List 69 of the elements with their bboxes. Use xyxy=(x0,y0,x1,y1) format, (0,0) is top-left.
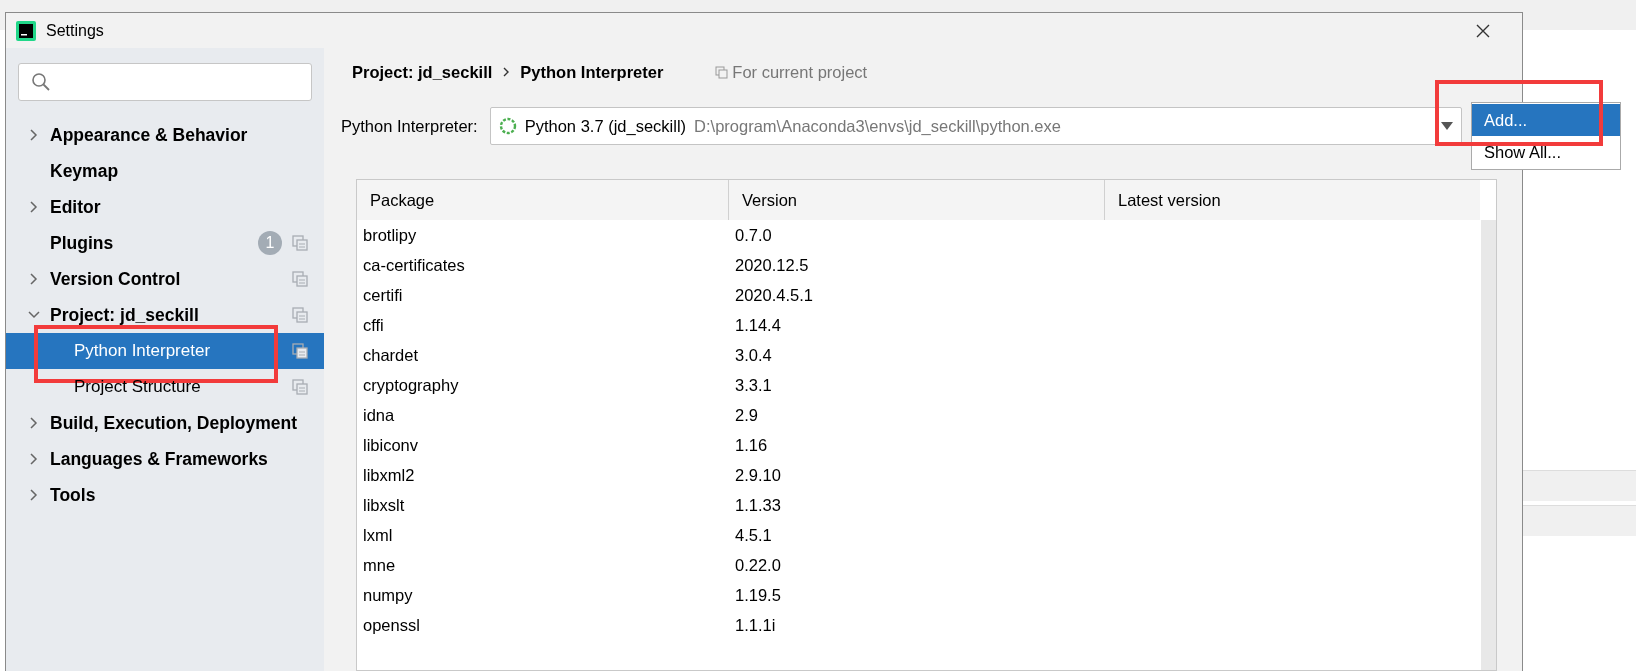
column-header[interactable]: Latest version xyxy=(1105,180,1480,220)
interpreter-label: Python Interpreter: xyxy=(341,116,478,136)
table-cell-text: brotlipy xyxy=(362,225,418,245)
tree-item[interactable]: Tools xyxy=(6,477,324,513)
chevron-right-icon[interactable] xyxy=(28,489,40,501)
table-cell-text: ca-certificates xyxy=(362,255,466,275)
table-cell-text: 1.19.5 xyxy=(734,585,782,605)
tree-item[interactable]: Keymap xyxy=(6,153,324,189)
chevron-right-icon[interactable] xyxy=(28,273,40,285)
table-cell-text: 4.5.1 xyxy=(734,525,773,545)
chevron-right-icon xyxy=(502,67,511,77)
menu-item[interactable]: Add... xyxy=(1472,104,1620,136)
table-cell-text: openssl xyxy=(362,615,421,635)
tree-item[interactable]: Build, Execution, Deployment xyxy=(6,405,324,441)
tree-item[interactable]: Appearance & Behavior xyxy=(6,117,324,153)
table-cell-text: libxslt xyxy=(362,495,406,515)
dropdown-arrow-icon[interactable] xyxy=(1441,122,1453,130)
table-cell-text: 0.22.0 xyxy=(734,555,782,575)
table-cell-text: 1.1.1i xyxy=(734,615,777,635)
tree-item[interactable]: Project Structure xyxy=(6,369,324,405)
python-env-icon xyxy=(498,117,517,135)
breadcrumb-item: Python Interpreter xyxy=(520,62,664,82)
table-cell-text: 1.16 xyxy=(734,435,769,455)
window-title: Settings xyxy=(46,21,105,40)
search-field[interactable] xyxy=(18,63,312,101)
copy-icon xyxy=(715,65,729,79)
chevron-right-icon[interactable] xyxy=(28,453,40,465)
table-cell-text: libxml2 xyxy=(362,465,416,485)
interpreter-dropdown[interactable]: Python 3.7 (jd_seckill) D:\program\Anaconda3\envs\jd_seckill\python.exe xyxy=(489,107,1462,145)
table-cell-text: certifi xyxy=(362,285,404,305)
table-cell-text: libiconv xyxy=(362,435,420,455)
tree-item[interactable]: Languages & Frameworks xyxy=(6,441,324,477)
table-cell-text: 2.9.10 xyxy=(734,465,782,485)
interpreter-path: D:\program\Anaconda3\envs\jd_seckill\python.exe xyxy=(694,116,1062,136)
table-cell-text: 1.14.4 xyxy=(734,315,782,335)
tree-item[interactable]: Project: jd_seckill xyxy=(6,297,324,333)
tree-item[interactable]: Python Interpreter xyxy=(6,333,324,369)
chevron-right-icon[interactable] xyxy=(28,417,40,429)
close-icon[interactable] xyxy=(1476,23,1490,38)
table-cell-text: cryptography xyxy=(362,375,460,395)
table-cell-text: chardet xyxy=(362,345,420,365)
table-cell-text: mne xyxy=(362,555,397,575)
chevron-right-icon[interactable] xyxy=(28,201,40,213)
table-cell-text: 0.7.0 xyxy=(734,225,773,245)
column-header[interactable]: Version xyxy=(729,180,1105,220)
table-cell-text: 2020.4.5.1 xyxy=(734,285,814,305)
table-cell-text: 2020.12.5 xyxy=(734,255,810,275)
tree-item[interactable]: Editor xyxy=(6,189,324,225)
tree-item[interactable]: Version Control xyxy=(6,261,324,297)
app-icon xyxy=(16,20,36,41)
menu-item[interactable]: Show All... xyxy=(1472,136,1620,168)
column-header[interactable]: Package xyxy=(357,180,729,220)
count-badge: 1 xyxy=(258,231,282,255)
search-icon xyxy=(31,72,51,92)
table-cell-text: idna xyxy=(362,405,396,425)
breadcrumb-item: Project: jd_seckill xyxy=(352,62,493,82)
scope-note: For current project xyxy=(732,62,868,82)
table-cell-text: numpy xyxy=(362,585,414,605)
table-cell-text: 2.9 xyxy=(734,405,759,425)
tree-item[interactable]: Plugins 1 xyxy=(6,225,324,261)
table-cell-text: cffi xyxy=(362,315,385,335)
chevron-right-icon[interactable] xyxy=(28,129,40,141)
table-cell-text: 1.1.33 xyxy=(734,495,782,515)
table-cell-text: 3.3.1 xyxy=(734,375,773,395)
scrollbar[interactable] xyxy=(1481,220,1496,670)
interpreter-name: Python 3.7 (jd_seckill) xyxy=(524,116,687,136)
table-cell-text: lxml xyxy=(362,525,394,545)
table-cell-text: 3.0.4 xyxy=(734,345,773,365)
chevron-down-icon[interactable] xyxy=(28,309,40,321)
